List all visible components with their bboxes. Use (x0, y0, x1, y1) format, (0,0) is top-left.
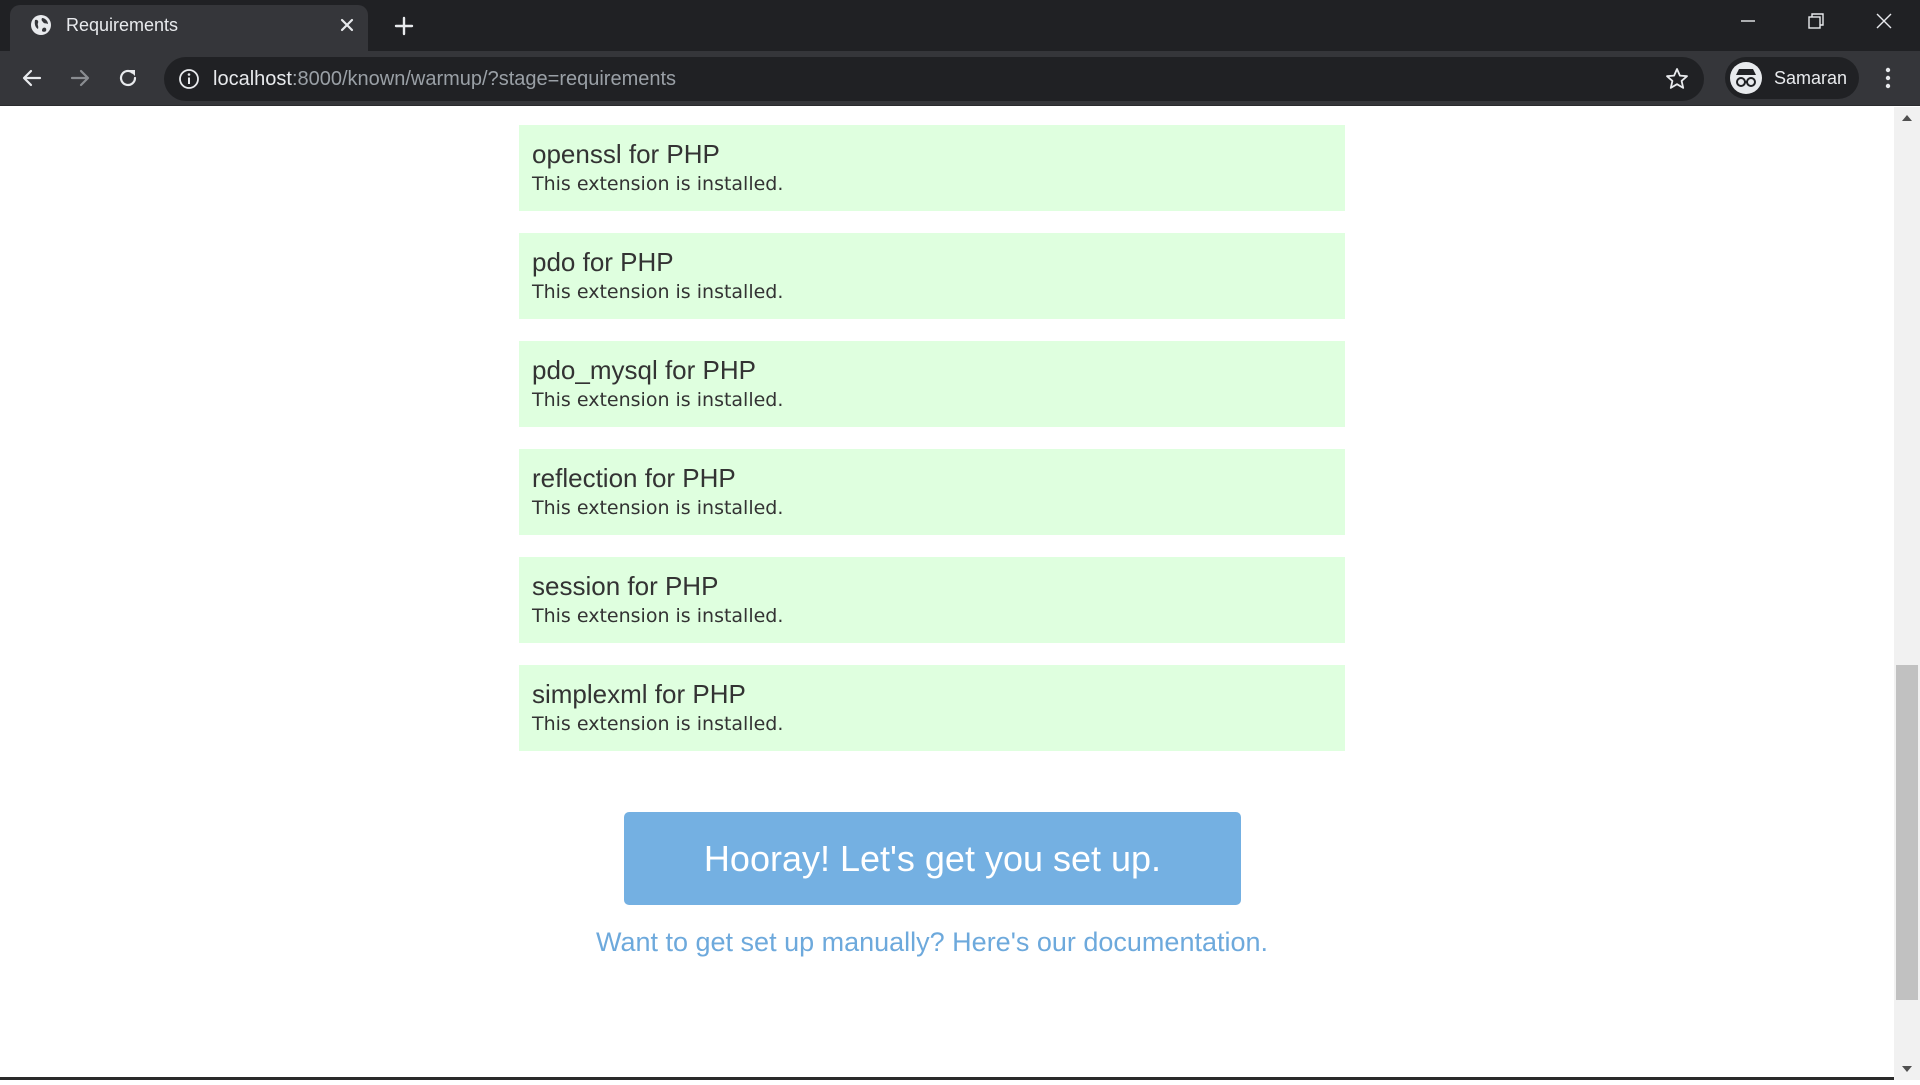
requirement-reflection: reflection for PHP This extension is ins… (519, 449, 1345, 535)
scroll-down-arrow-icon[interactable] (1894, 1058, 1920, 1080)
requirement-simplexml: simplexml for PHP This extension is inst… (519, 665, 1345, 751)
profile-button[interactable]: Samaran (1725, 57, 1859, 99)
requirement-status: This extension is installed. (532, 173, 784, 195)
browser-toolbar: localhost:8000/known/warmup/?stage=requi… (0, 51, 1920, 106)
close-icon[interactable] (336, 14, 358, 36)
requirement-status: This extension is installed. (532, 497, 784, 519)
requirement-status: This extension is installed. (532, 281, 784, 303)
window-close-icon[interactable] (1850, 0, 1918, 42)
requirement-session: session for PHP This extension is instal… (519, 557, 1345, 643)
tab-requirements[interactable]: Requirements (10, 5, 368, 51)
globe-icon (30, 14, 52, 36)
address-bar[interactable]: localhost:8000/known/warmup/?stage=requi… (164, 57, 1704, 101)
star-icon[interactable] (1664, 66, 1690, 92)
requirement-title: simplexml for PHP (532, 679, 746, 709)
vertical-scrollbar[interactable] (1894, 107, 1920, 1080)
requirement-status: This extension is installed. (532, 713, 784, 735)
requirements-list: openssl for PHP This extension is instal… (519, 125, 1345, 773)
restore-icon[interactable] (1782, 0, 1850, 42)
scroll-up-arrow-icon[interactable] (1894, 107, 1920, 129)
reload-icon[interactable] (110, 60, 146, 96)
tab-title: Requirements (66, 15, 179, 35)
requirement-title: pdo for PHP (532, 247, 674, 277)
browser-titlebar: Requirements (0, 0, 1920, 51)
plus-icon[interactable] (390, 12, 418, 40)
forward-icon[interactable] (62, 60, 98, 96)
requirement-openssl: openssl for PHP This extension is instal… (519, 125, 1345, 211)
requirement-pdo-mysql: pdo_mysql for PHP This extension is inst… (519, 341, 1345, 427)
url-path: :8000/known/warmup/?stage=requirements (291, 68, 677, 90)
page-viewport: openssl for PHP This extension is instal… (0, 107, 1894, 1080)
url-text[interactable]: localhost:8000/known/warmup/?stage=requi… (213, 68, 676, 90)
requirement-title: openssl for PHP (532, 139, 720, 169)
requirement-title: pdo_mysql for PHP (532, 355, 756, 385)
requirement-status: This extension is installed. (532, 389, 784, 411)
more-icon[interactable] (1870, 60, 1906, 96)
profile-name: Samaran (1774, 68, 1848, 88)
setup-button[interactable]: Hooray! Let's get you set up. (624, 812, 1241, 905)
url-host: localhost (213, 68, 292, 90)
requirement-status: This extension is installed. (532, 605, 784, 627)
incognito-icon (1730, 62, 1762, 94)
back-icon[interactable] (14, 60, 50, 96)
minimize-icon[interactable] (1714, 0, 1782, 42)
requirement-title: reflection for PHP (532, 463, 736, 493)
requirement-title: session for PHP (532, 571, 719, 601)
info-icon[interactable] (178, 68, 200, 90)
scrollbar-thumb[interactable] (1896, 665, 1918, 1000)
documentation-link[interactable]: Want to get set up manually? Here's our … (519, 924, 1345, 960)
requirement-pdo: pdo for PHP This extension is installed. (519, 233, 1345, 319)
